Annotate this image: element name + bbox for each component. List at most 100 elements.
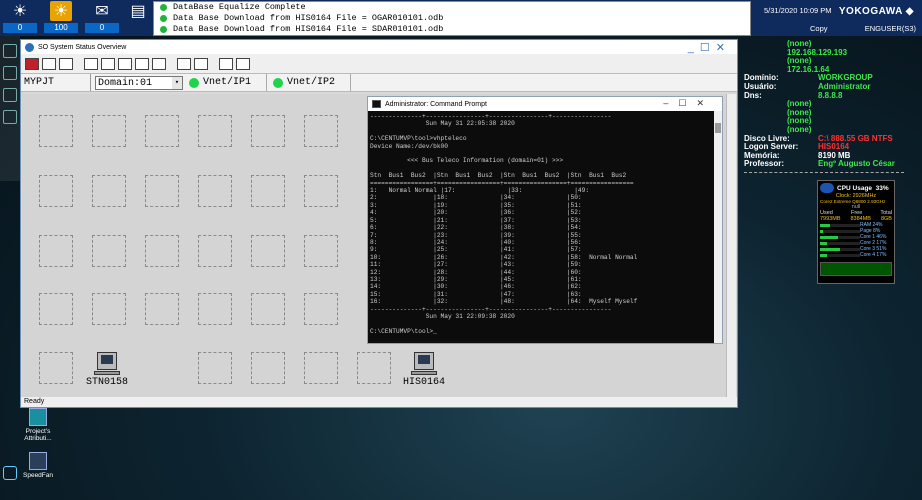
empty-slot[interactable]	[304, 293, 338, 325]
empty-slot[interactable]	[304, 115, 338, 147]
grid-icon[interactable]	[101, 57, 115, 70]
task-view-icon[interactable]	[3, 466, 17, 480]
empty-slot[interactable]	[145, 115, 179, 147]
cmd-line: 3: |19: |35: |51:	[370, 201, 582, 209]
empty-slot[interactable]	[251, 175, 285, 207]
cmd-line	[370, 320, 712, 327]
cmd-line: Stn Bus1 Bus2 |Stn Bus1 Bus2 |Stn Bus1 B…	[370, 172, 627, 180]
cmd-line: C:\CENTUMVP\tool>vhpteleco	[370, 135, 467, 143]
cmd-line: Device Name:/dev/bk00	[370, 142, 448, 150]
expand-icon[interactable]	[3, 44, 17, 58]
navigator-icon[interactable]	[3, 66, 17, 80]
vertical-scrollbar[interactable]	[726, 94, 736, 398]
cmd-scrollbar[interactable]	[714, 111, 722, 343]
empty-slot[interactable]	[304, 175, 338, 207]
cmd-line: 9: |25: |41: |57:	[370, 246, 582, 254]
cmd-line: 16: |32: |48: |64: Myself Myself	[370, 298, 638, 306]
empty-slot[interactable]	[39, 175, 73, 207]
empty-slot[interactable]	[39, 235, 73, 267]
dns-value: 8.8.8.8	[818, 90, 843, 100]
cmd-line: 14: |30: |46: |62:	[370, 283, 582, 291]
cmd-line: 1: Normal Normal |17: |33: |49:	[370, 187, 590, 195]
network-icon[interactable]	[219, 57, 233, 70]
chevron-down-icon: ▾	[172, 76, 182, 89]
empty-slot[interactable]	[92, 115, 126, 147]
message-monitor[interactable]: DataBase Equalize Complete Data Base Dow…	[153, 1, 751, 36]
empty-slot[interactable]	[198, 235, 232, 267]
faceplate-icon[interactable]	[42, 57, 56, 70]
station-his0164[interactable]: HIS0164	[394, 352, 454, 388]
app-icon	[25, 42, 34, 52]
cmd-line: =================+=================+====…	[370, 179, 634, 187]
forward-icon[interactable]	[194, 57, 208, 70]
detail-icon[interactable]	[135, 57, 149, 70]
cmd-line: 7: |23: |39: |55:	[370, 231, 582, 239]
cmd-line	[370, 150, 712, 157]
command-prompt-window[interactable]: Administrator: Command Prompt –☐✕ ------…	[367, 96, 723, 344]
process-alarm-button[interactable]: ☀ 0	[0, 1, 40, 35]
cmd-line: 11: |27: |43: |59:	[370, 261, 582, 269]
copy-button[interactable]: Copy	[810, 24, 828, 33]
empty-slot[interactable]	[92, 175, 126, 207]
station-stn0158[interactable]: STN0158	[77, 352, 137, 388]
cmd-output[interactable]: --------------+----------------+--------…	[368, 111, 714, 343]
empty-slot[interactable]	[357, 352, 391, 384]
empty-slot[interactable]	[304, 352, 338, 384]
user-button[interactable]: ENGUSER(S3)	[865, 24, 916, 33]
cpu-history-graph	[820, 262, 892, 276]
empty-slot[interactable]	[251, 352, 285, 384]
message-line: DataBase Equalize Complete	[154, 2, 750, 13]
empty-slot[interactable]	[92, 235, 126, 267]
window-controls[interactable]: –☐✕	[663, 98, 714, 109]
empty-slot[interactable]	[251, 293, 285, 325]
empty-slot[interactable]	[39, 115, 73, 147]
station-icon[interactable]	[236, 57, 250, 70]
computer-icon	[414, 352, 434, 370]
cmd-line: --------------+----------------+--------…	[370, 305, 612, 313]
empty-slot[interactable]	[92, 293, 126, 325]
status-dot-icon	[160, 15, 167, 22]
empty-slot[interactable]	[198, 352, 232, 384]
top-right-area: 5/31/2020 10:09 PM YOKOGAWA ◆ Copy ENGUS…	[752, 0, 922, 36]
table-icon[interactable]	[118, 57, 132, 70]
cmd-line: 13: |29: |45: |61:	[370, 275, 582, 283]
desktop-icon-project[interactable]: Project's Attributi...	[18, 408, 58, 442]
intel-icon	[820, 183, 834, 193]
cmd-line: <<< Bus Teleco Information (domain=01) >…	[370, 157, 564, 165]
empty-slot[interactable]	[145, 293, 179, 325]
empty-slot[interactable]	[304, 235, 338, 267]
empty-slot[interactable]	[145, 235, 179, 267]
message-button[interactable]: ▤	[118, 1, 158, 35]
empty-slot[interactable]	[145, 175, 179, 207]
window-icon[interactable]	[3, 110, 17, 124]
empty-slot[interactable]	[39, 352, 73, 384]
speedfan-icon	[29, 452, 47, 470]
cmd-line: 15: |31: |47: |63:	[370, 290, 582, 298]
empty-slot[interactable]	[251, 235, 285, 267]
divider	[744, 171, 904, 173]
folder-icon[interactable]	[3, 88, 17, 102]
refresh-icon[interactable]	[59, 57, 73, 70]
list-icon[interactable]	[84, 57, 98, 70]
cpu-usage-gadget[interactable]: CPU Usage 33% Clock: 2926MHz Core2 Extre…	[817, 180, 895, 284]
desktop-icon-speedfan[interactable]: SpeedFan	[18, 452, 58, 479]
domain-select[interactable]: Domain:01 ▾	[95, 75, 183, 90]
window-controls[interactable]: _☐✕	[688, 41, 731, 54]
cmd-line	[370, 128, 712, 135]
system-alarm-count: 100	[44, 23, 78, 33]
play-icon[interactable]	[177, 57, 191, 70]
cmd-line: 4: |20: |36: |52:	[370, 209, 582, 217]
alarm-toolbar-icon[interactable]	[25, 57, 39, 70]
empty-slot[interactable]	[39, 293, 73, 325]
empty-slot[interactable]	[198, 293, 232, 325]
window-titlebar[interactable]: SO System Status Overview _☐✕	[21, 40, 737, 54]
empty-slot[interactable]	[251, 115, 285, 147]
system-alarm-button[interactable]: ☀ 100	[41, 1, 81, 35]
clock: 5/31/2020 10:09 PM	[764, 6, 832, 15]
station-label: HIS0164	[402, 377, 445, 388]
operator-guide-button[interactable]: ✉ 0	[82, 1, 122, 35]
empty-slot[interactable]	[198, 115, 232, 147]
empty-slot[interactable]	[198, 175, 232, 207]
edit-icon[interactable]	[152, 57, 166, 70]
cmd-titlebar[interactable]: Administrator: Command Prompt –☐✕	[368, 97, 722, 111]
